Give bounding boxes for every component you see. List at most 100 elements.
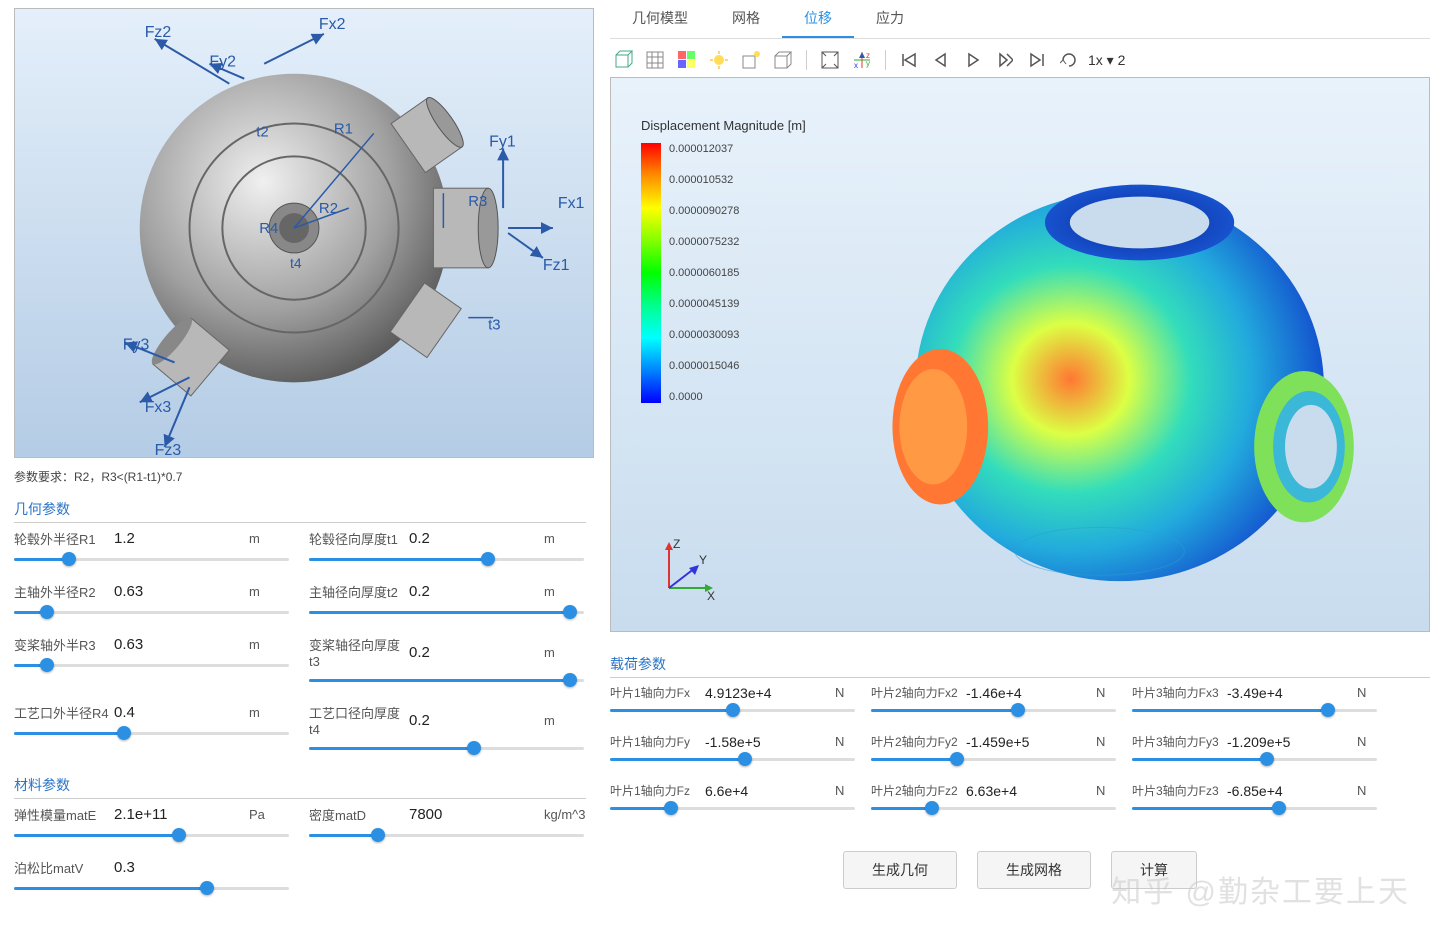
label-fy1: Fy1 [489, 133, 516, 150]
param-slider[interactable] [14, 550, 289, 572]
param-unit: m [544, 645, 584, 660]
load-row: 叶片3轴向力Fy3 -1.209e+5 N [1132, 733, 1377, 750]
tab-网格[interactable]: 网格 [710, 0, 782, 38]
param-value: 0.63 [114, 583, 194, 600]
param-value: 0.2 [409, 712, 489, 729]
svg-text:Z: Z [673, 538, 680, 551]
load-unit: N [835, 783, 855, 798]
load-label: 叶片2轴向力Fx2 [871, 684, 966, 701]
label-r1: R1 [334, 120, 353, 137]
load-value: -1.46e+4 [966, 685, 1056, 701]
first-icon[interactable] [896, 47, 922, 73]
param-slider[interactable] [309, 826, 584, 848]
param-row: 变桨轴外半R3 0.63 m [14, 635, 289, 654]
load-label: 叶片2轴向力Fy2 [871, 733, 966, 750]
playback-speed[interactable]: 1x ▾ 2 [1088, 52, 1125, 69]
axis-triad: Z Y X [651, 538, 721, 611]
param-label: 轮毂径向厚度t1 [309, 529, 409, 548]
compute-button[interactable]: 计算 [1111, 851, 1197, 889]
load-slider[interactable] [1132, 750, 1377, 770]
last-icon[interactable] [1024, 47, 1050, 73]
tab-位移[interactable]: 位移 [782, 0, 854, 38]
load-value: -1.459e+5 [966, 734, 1056, 750]
viewer-toolbar: zxy 1x ▾ 2 [610, 43, 1430, 77]
axis-icon[interactable]: zxy [849, 47, 875, 73]
param-unit: m [544, 713, 584, 728]
load-slider[interactable] [1132, 799, 1377, 819]
param-slider[interactable] [14, 603, 289, 625]
param-unit: Pa [249, 807, 289, 822]
tab-几何模型[interactable]: 几何模型 [610, 0, 710, 38]
load-value: 4.9123e+4 [705, 685, 795, 701]
param-label: 变桨轴径向厚度t3 [309, 635, 409, 669]
load-label: 叶片1轴向力Fz [610, 782, 705, 799]
param-value: 7800 [409, 806, 489, 823]
cad-viewport[interactable]: Fx1 Fy1 Fz1 Fx2 Fy2 Fz2 Fy3 Fx3 Fz3 R1 [14, 8, 594, 458]
param-label: 弹性模量matE [14, 805, 114, 824]
load-unit: N [1096, 783, 1116, 798]
load-value: -3.49e+4 [1227, 685, 1317, 701]
load-unit: N [1096, 734, 1116, 749]
wire-light-icon[interactable] [738, 47, 764, 73]
svg-text:X: X [707, 589, 715, 603]
label-r3: R3 [468, 193, 487, 210]
generate-mesh-button[interactable]: 生成网格 [977, 851, 1091, 889]
next-icon[interactable] [992, 47, 1018, 73]
load-slider[interactable] [871, 799, 1116, 819]
load-slider[interactable] [1132, 701, 1377, 721]
load-row: 叶片1轴向力Fy -1.58e+5 N [610, 733, 855, 750]
play-icon[interactable] [960, 47, 986, 73]
param-slider[interactable] [309, 671, 584, 693]
load-label: 叶片3轴向力Fx3 [1132, 684, 1227, 701]
generate-geometry-button[interactable]: 生成几何 [843, 851, 957, 889]
param-row: 主轴外半径R2 0.63 m [14, 582, 289, 601]
grid-icon[interactable] [642, 47, 668, 73]
light-icon[interactable] [706, 47, 732, 73]
param-slider[interactable] [14, 826, 289, 848]
label-fy2: Fy2 [209, 54, 236, 71]
label-fz1: Fz1 [543, 257, 570, 274]
load-slider[interactable] [610, 799, 855, 819]
section-title-geom: 几何参数 [14, 499, 586, 523]
load-label: 叶片3轴向力Fz3 [1132, 782, 1227, 799]
tab-应力[interactable]: 应力 [854, 0, 926, 38]
label-r2: R2 [319, 200, 338, 217]
param-slider[interactable] [14, 724, 289, 746]
param-slider[interactable] [309, 739, 584, 761]
cube-icon[interactable] [610, 47, 636, 73]
load-unit: N [1357, 734, 1377, 749]
simulation-viewport[interactable]: Displacement Magnitude [m] 0.0000120370.… [610, 77, 1430, 632]
label-fz3: Fz3 [155, 442, 182, 457]
load-slider[interactable] [871, 701, 1116, 721]
param-slider[interactable] [14, 879, 289, 901]
load-value: -1.58e+5 [705, 734, 795, 750]
param-label: 变桨轴外半R3 [14, 635, 114, 654]
param-label: 主轴外半径R2 [14, 582, 114, 601]
fit-icon[interactable] [817, 47, 843, 73]
wire-cube-icon[interactable] [770, 47, 796, 73]
load-slider[interactable] [610, 701, 855, 721]
load-row: 叶片2轴向力Fx2 -1.46e+4 N [871, 684, 1116, 701]
param-value: 0.4 [114, 704, 194, 721]
param-value: 0.3 [114, 859, 194, 876]
param-value: 0.2 [409, 583, 489, 600]
load-slider[interactable] [871, 750, 1116, 770]
load-unit: N [1357, 783, 1377, 798]
load-label: 叶片1轴向力Fy [610, 733, 705, 750]
param-label: 轮毂外半径R1 [14, 529, 114, 548]
loop-icon[interactable] [1056, 47, 1082, 73]
param-slider[interactable] [309, 603, 584, 625]
param-value: 0.63 [114, 636, 194, 653]
param-unit: m [249, 705, 289, 720]
param-slider[interactable] [309, 550, 584, 572]
param-value: 2.1e+11 [114, 806, 194, 823]
load-unit: N [835, 685, 855, 700]
load-row: 叶片3轴向力Fz3 -6.85e+4 N [1132, 782, 1377, 799]
prev-icon[interactable] [928, 47, 954, 73]
param-slider[interactable] [14, 656, 289, 678]
load-value: -6.85e+4 [1227, 783, 1317, 799]
palette-icon[interactable] [674, 47, 700, 73]
load-slider[interactable] [610, 750, 855, 770]
load-value: -1.209e+5 [1227, 734, 1317, 750]
param-label: 密度matD [309, 805, 409, 824]
